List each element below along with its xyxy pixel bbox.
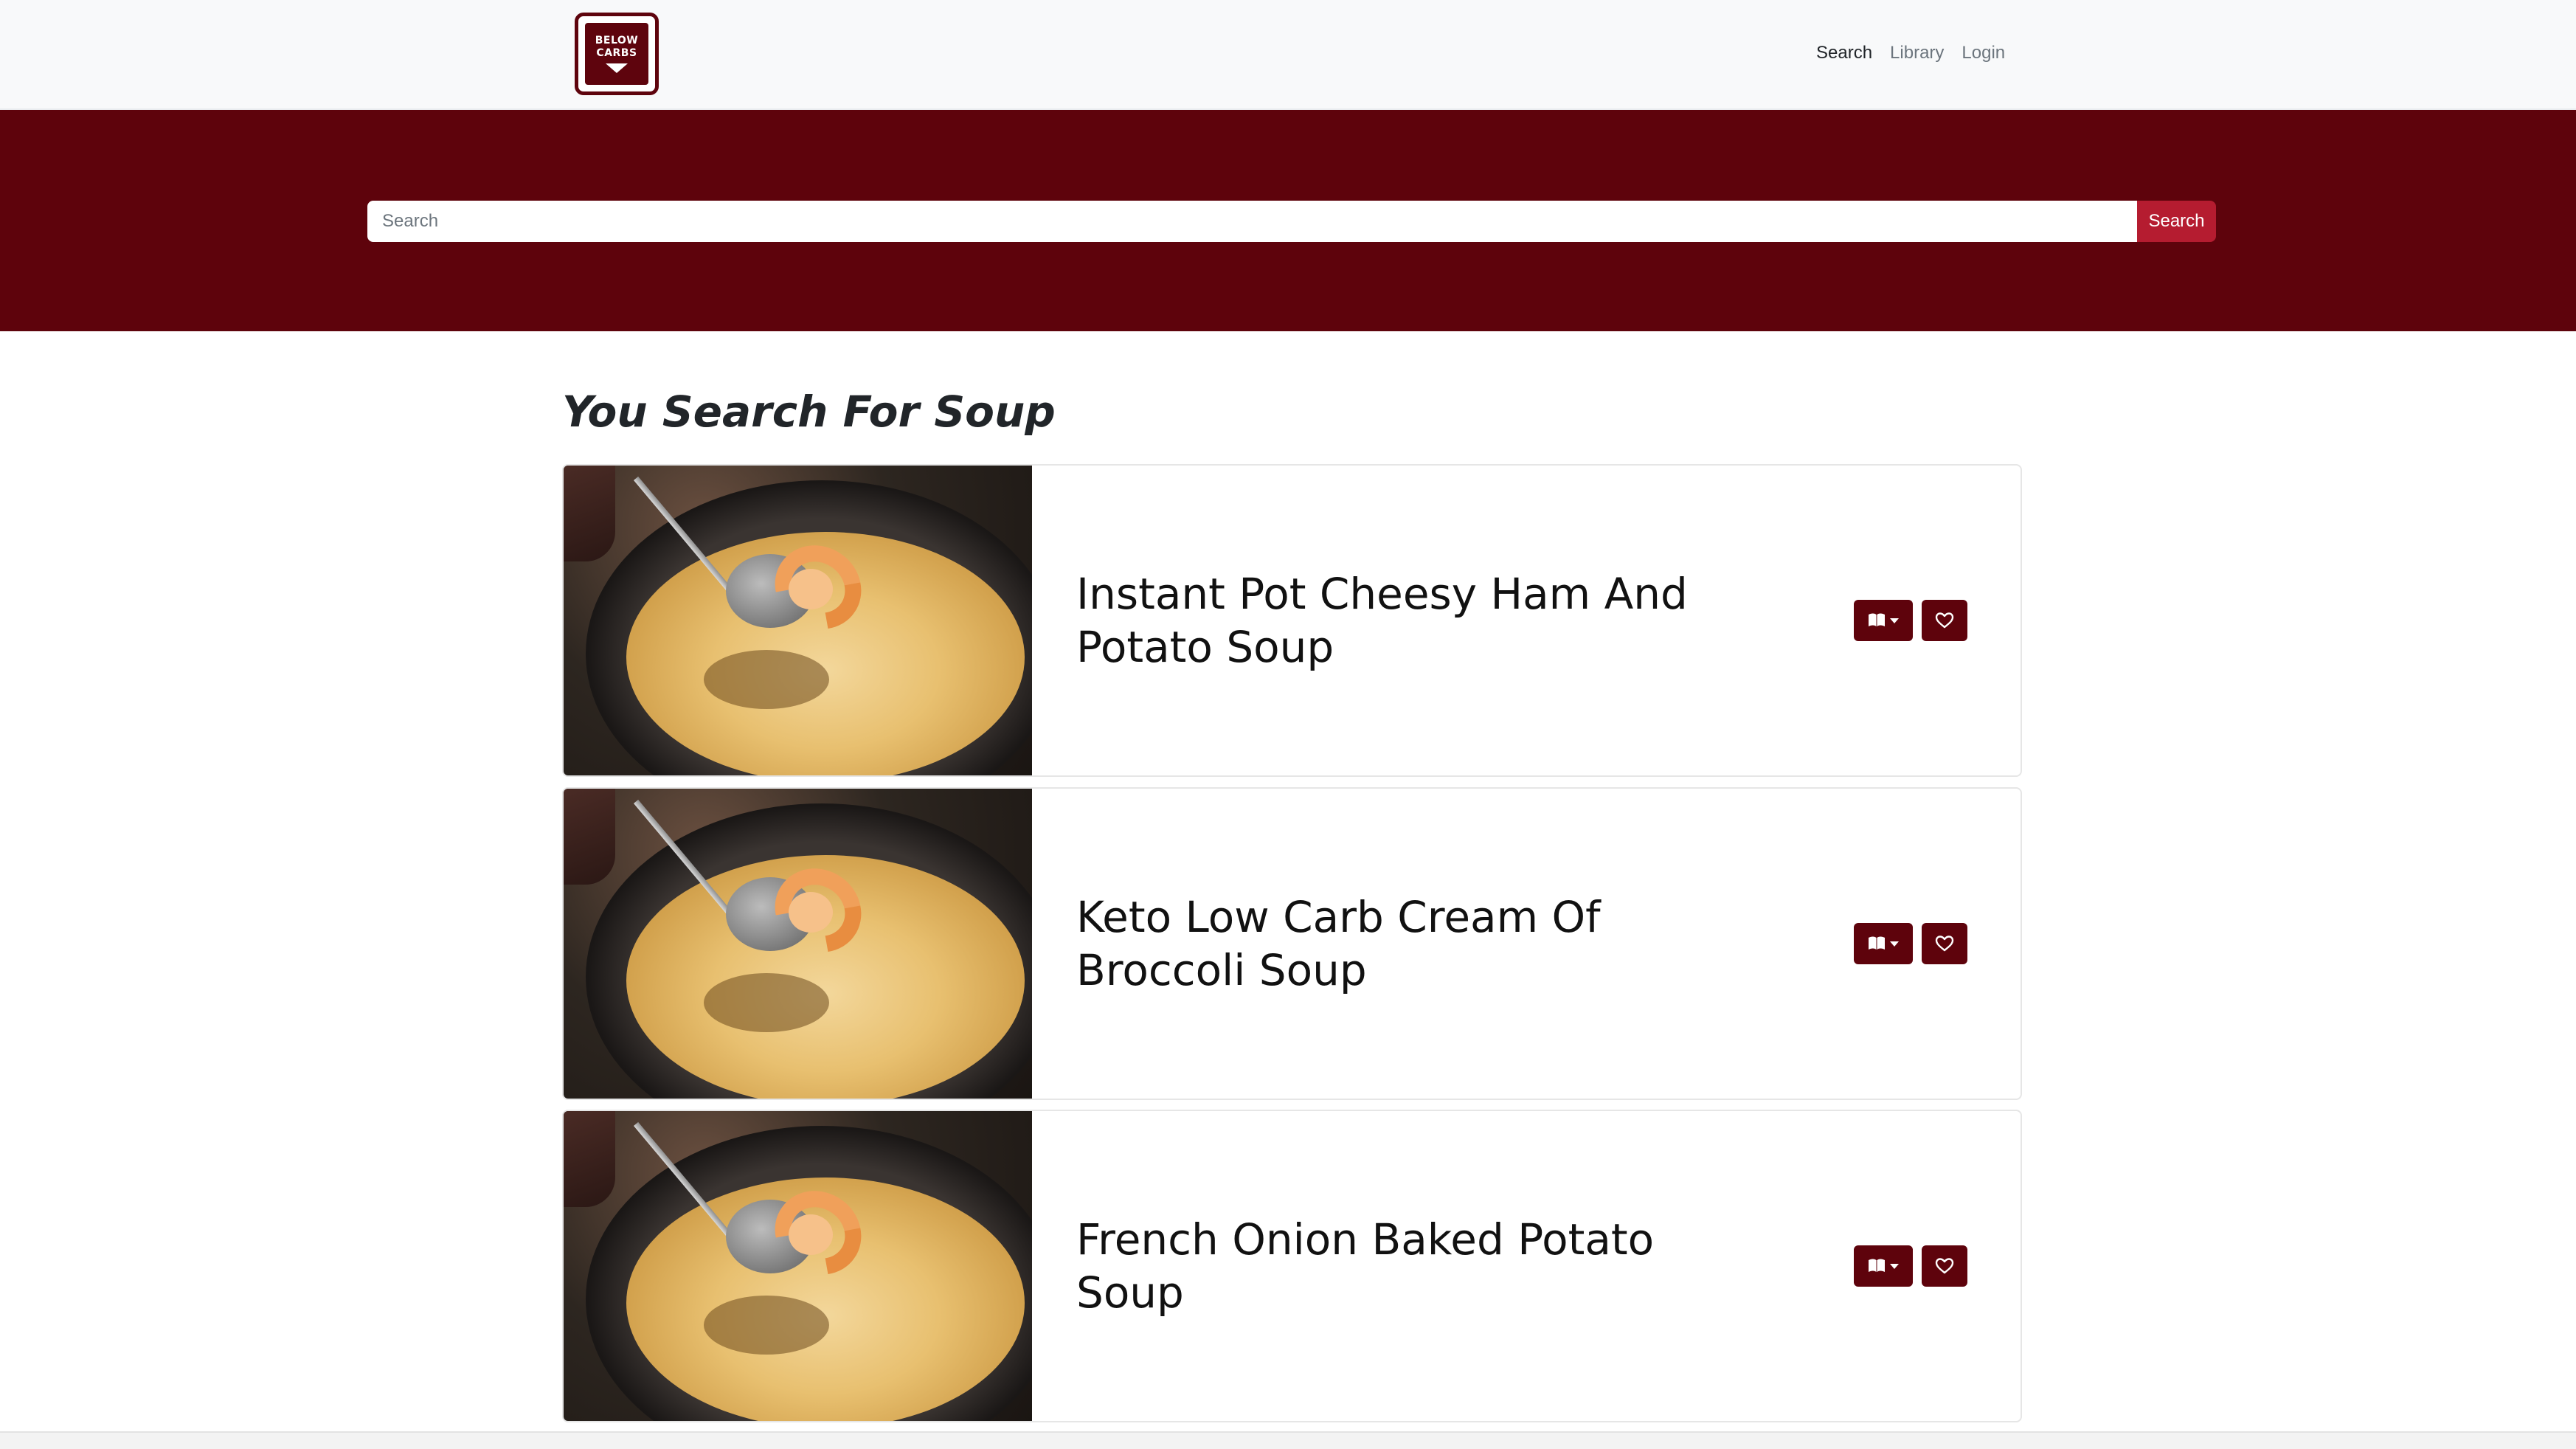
recipe-image[interactable] — [564, 789, 1032, 1099]
logo-badge: BELOW CARBS — [585, 23, 648, 85]
caret-down-icon — [1890, 941, 1899, 947]
nav-link-search[interactable]: Search — [1816, 42, 1872, 64]
nav-link-library[interactable]: Library — [1890, 42, 1944, 64]
heart-icon — [1935, 1258, 1954, 1274]
favorite-button[interactable] — [1922, 923, 1967, 964]
chevron-down-icon — [606, 63, 628, 73]
nav-links: Search Library Login — [1816, 42, 2005, 64]
search-bar: Search — [367, 201, 2216, 242]
recipe-title[interactable]: Keto Low Carb Cream Of Broccoli Soup — [1076, 891, 1740, 997]
recipe-actions — [1854, 600, 1967, 641]
logo-text-line2: CARBS — [596, 47, 637, 59]
recipe-image[interactable] — [564, 466, 1032, 775]
search-button[interactable]: Search — [2137, 201, 2216, 242]
caret-down-icon — [1890, 618, 1899, 623]
favorite-button[interactable] — [1922, 600, 1967, 641]
add-to-library-dropdown-button[interactable] — [1854, 1245, 1913, 1287]
book-icon — [1869, 936, 1885, 950]
top-navbar: BELOW CARBS Search Library Login — [0, 0, 2576, 110]
recipe-card[interactable]: French Onion Baked Potato Soup — [562, 1110, 2022, 1422]
heart-icon — [1935, 612, 1954, 629]
page-footer — [0, 1431, 2576, 1449]
recipe-card[interactable]: Keto Low Carb Cream Of Broccoli Soup — [562, 787, 2022, 1100]
recipe-card[interactable]: Instant Pot Cheesy Ham And Potato Soup — [562, 464, 2022, 777]
book-icon — [1869, 1259, 1885, 1272]
search-input[interactable] — [367, 201, 2137, 242]
recipe-actions — [1854, 923, 1967, 964]
favorite-button[interactable] — [1922, 1245, 1967, 1287]
results-heading: You Search For Soup — [562, 387, 1056, 437]
logo-text-line1: BELOW — [595, 35, 639, 46]
recipe-title[interactable]: Instant Pot Cheesy Ham And Potato Soup — [1076, 567, 1740, 674]
recipe-title[interactable]: French Onion Baked Potato Soup — [1076, 1213, 1740, 1319]
nav-link-login[interactable]: Login — [1962, 42, 2005, 64]
book-icon — [1869, 613, 1885, 626]
recipe-image[interactable] — [564, 1111, 1032, 1421]
below-carbs-logo[interactable]: BELOW CARBS — [575, 13, 659, 95]
search-hero: Search — [0, 110, 2576, 331]
add-to-library-dropdown-button[interactable] — [1854, 923, 1913, 964]
recipe-actions — [1854, 1245, 1967, 1287]
caret-down-icon — [1890, 1263, 1899, 1269]
heart-icon — [1935, 936, 1954, 952]
add-to-library-dropdown-button[interactable] — [1854, 600, 1913, 641]
